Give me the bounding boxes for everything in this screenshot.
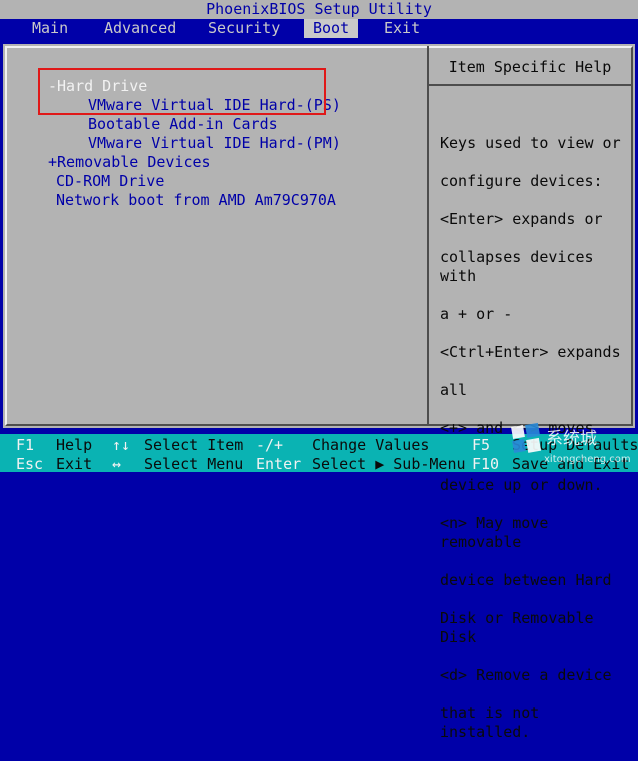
help-line: <Ctrl+Enter> expands xyxy=(440,343,621,361)
key-esc: Esc xyxy=(16,455,44,473)
key-f1: F1 xyxy=(16,436,35,454)
key-leftright-desc: Select Menu xyxy=(144,455,244,473)
help-line: a + or - xyxy=(440,305,513,323)
boot-item-vmware-pm[interactable]: VMware Virtual IDE Hard-(PM) xyxy=(88,134,341,153)
menu-main[interactable]: Main xyxy=(32,19,68,38)
key-enter-desc: Select ▶ Sub-Menu xyxy=(312,455,466,473)
help-title: Item Specific Help xyxy=(448,58,612,76)
key-f10: F10 xyxy=(472,455,500,473)
key-minus-plus: -/+ xyxy=(256,436,284,454)
key-updown-desc: Select Item xyxy=(144,436,244,454)
boot-item-removable[interactable]: +Removable Devices xyxy=(48,153,211,172)
key-f1-desc: Help xyxy=(56,436,93,454)
boot-item-addin-cards[interactable]: Bootable Add-in Cards xyxy=(88,115,278,134)
help-separator xyxy=(429,84,631,86)
watermark-text: 系统城 xyxy=(546,429,597,449)
watermark-url: xitongcheng.com xyxy=(544,454,631,465)
key-esc-desc: Exit xyxy=(56,455,93,473)
help-line: that is not installed. xyxy=(440,704,540,741)
help-line: <n> May move removable xyxy=(440,514,549,551)
key-f5: F5 xyxy=(472,436,491,454)
key-leftright: ↔ xyxy=(112,455,122,473)
boot-item-network[interactable]: Network boot from AMD Am79C970A xyxy=(56,191,336,210)
menu-bar: Main Advanced Security Boot Exit xyxy=(0,19,638,38)
help-line: <Enter> expands or xyxy=(440,210,603,228)
help-line: <d> Remove a device xyxy=(440,666,612,684)
menu-advanced[interactable]: Advanced xyxy=(104,19,176,38)
panel-divider xyxy=(427,46,429,426)
help-line: device up or down. xyxy=(440,476,603,494)
menu-security[interactable]: Security xyxy=(208,19,280,38)
boot-item-cdrom[interactable]: CD-ROM Drive xyxy=(56,172,164,191)
key-minus-plus-desc: Change Values xyxy=(312,436,430,454)
help-line: Keys used to view or xyxy=(440,134,621,152)
help-line: device between Hard xyxy=(440,571,612,589)
help-line: Disk or Removable Disk xyxy=(440,609,594,646)
help-line: collapses devices with xyxy=(440,248,594,285)
watermark-logo: 系统城 xitongcheng.com xyxy=(511,422,631,465)
key-updown: ↑↓ xyxy=(112,436,131,454)
windows-logo-icon xyxy=(511,422,542,453)
menu-boot[interactable]: Boot xyxy=(304,19,359,38)
help-line: all xyxy=(440,381,468,399)
key-enter: Enter xyxy=(256,455,302,473)
help-line: configure devices: xyxy=(440,172,603,190)
highlight-annotation-box xyxy=(38,68,326,115)
menu-exit[interactable]: Exit xyxy=(384,19,420,38)
window-title: PhoenixBIOS Setup Utility xyxy=(0,0,638,19)
